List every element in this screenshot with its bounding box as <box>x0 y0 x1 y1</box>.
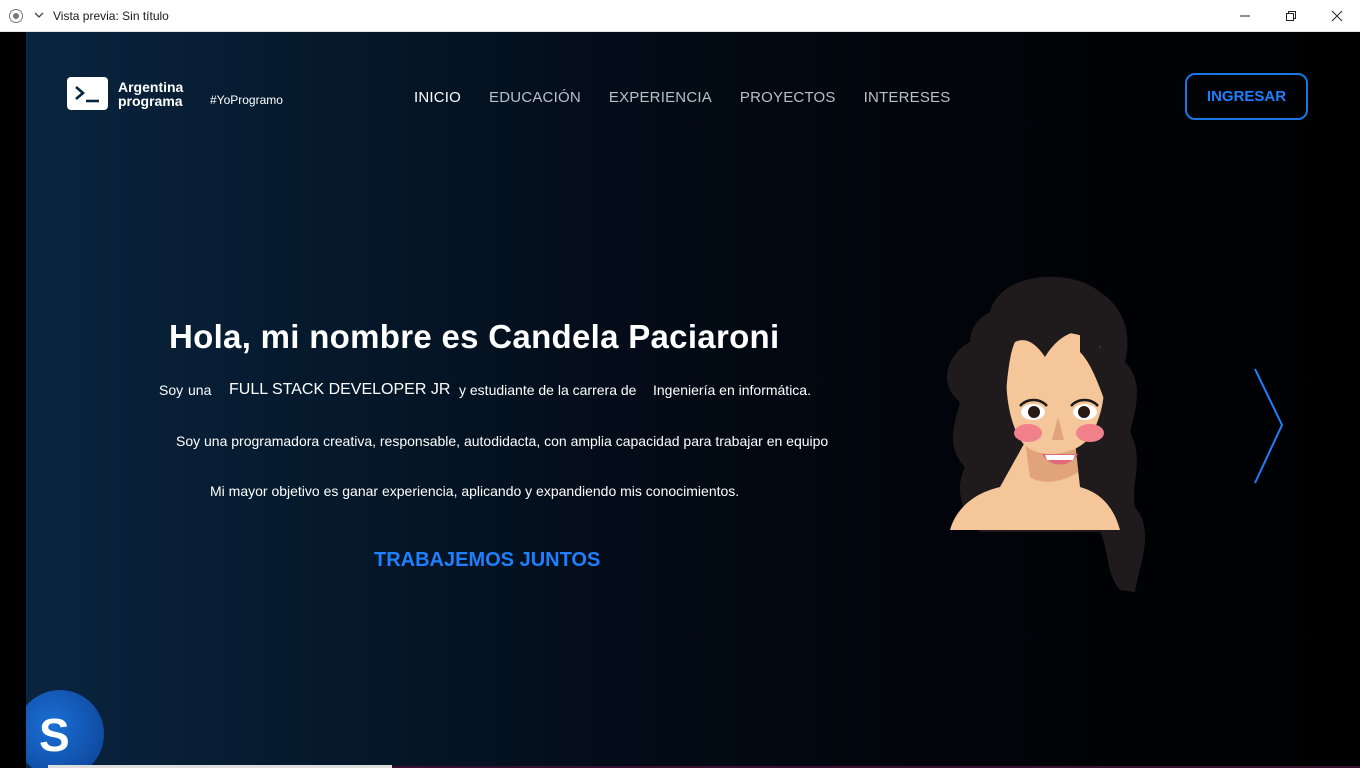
logo-text: Argentina programa <box>118 80 183 108</box>
window-title: Vista previa: Sin título <box>53 9 169 23</box>
career-text: Ingeniería en informática. <box>653 382 811 398</box>
maximize-icon <box>1286 11 1296 21</box>
role-text: FULL STACK DEVELOPER JR <box>229 381 451 398</box>
next-slide-arrow-icon[interactable] <box>1252 367 1286 487</box>
nav-experiencia[interactable]: EXPERIENCIA <box>609 89 712 106</box>
minimize-button[interactable] <box>1222 0 1268 32</box>
badge-letter: S <box>39 709 70 761</box>
chevron-down-icon[interactable] <box>33 8 45 22</box>
nav-educacion[interactable]: EDUCACIÓN <box>489 89 581 106</box>
hero-title: Hola, mi nombre es Candela Paciaroni <box>169 318 780 355</box>
intro-una: una <box>188 382 212 398</box>
close-icon <box>1331 10 1343 22</box>
record-icon <box>9 9 23 23</box>
hashtag: #YoProgramo <box>210 93 283 107</box>
intro-soy: Soy <box>159 382 184 398</box>
portfolio-page: Argentina programa #YoProgramo INICIO ED… <box>26 32 1360 768</box>
avatar-illustration <box>946 276 1146 592</box>
nav-inicio[interactable]: INICIO <box>414 89 461 106</box>
terminal-icon <box>67 77 108 110</box>
window-titlebar: Vista previa: Sin título <box>0 0 1360 32</box>
nav-proyectos[interactable]: PROYECTOS <box>740 89 836 106</box>
argentina-programa-logo[interactable]: Argentina programa <box>67 77 183 110</box>
description-text: Soy una programadora creativa, responsab… <box>176 433 829 449</box>
main-nav: INICIO EDUCACIÓN EXPERIENCIA PROYECTOS I… <box>414 89 978 106</box>
logo-line1: Argentina <box>118 78 184 95</box>
nav-intereses[interactable]: INTERESES <box>864 89 951 106</box>
login-button[interactable]: INGRESAR <box>1185 73 1308 120</box>
objective-text: Mi mayor objetivo es ganar experiencia, … <box>210 483 740 499</box>
intro-estudiante: y estudiante de la carrera de <box>459 382 637 398</box>
logo-line2: programa <box>118 92 183 109</box>
minimize-icon <box>1240 15 1250 17</box>
work-together-link[interactable]: TRABAJEMOS JUNTOS <box>374 549 600 572</box>
close-button[interactable] <box>1314 0 1360 32</box>
maximize-button[interactable] <box>1268 0 1314 32</box>
left-strip <box>0 32 26 768</box>
